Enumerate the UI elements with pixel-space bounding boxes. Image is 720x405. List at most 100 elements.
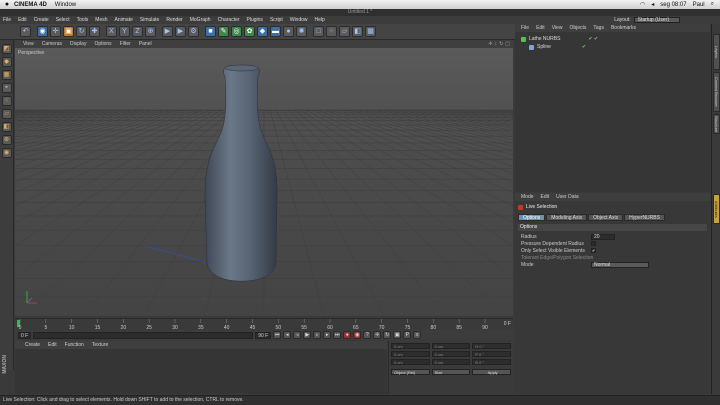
attr-menu-mode[interactable]: Mode bbox=[521, 194, 534, 200]
rot-b-field[interactable]: B 0 ° bbox=[472, 359, 512, 365]
texture-tool-icon[interactable]: ▦ bbox=[1, 70, 12, 80]
nurbs-icon[interactable]: ◎ bbox=[231, 26, 242, 37]
menu-mograph[interactable]: MoGraph bbox=[190, 17, 211, 23]
tab-object-axis[interactable]: Object Axis bbox=[588, 214, 624, 221]
viewport-menu-panel[interactable]: Panel bbox=[139, 41, 152, 47]
material-menu-function[interactable]: Function bbox=[65, 342, 84, 348]
object-name[interactable]: Spline bbox=[537, 44, 551, 50]
cube-icon[interactable]: ■ bbox=[205, 26, 216, 37]
viewport-rotate-icon[interactable]: ↻ bbox=[499, 41, 503, 47]
floor-icon[interactable]: ▬ bbox=[270, 26, 281, 37]
menu-create[interactable]: Create bbox=[34, 17, 49, 23]
array-icon[interactable]: ✿ bbox=[244, 26, 255, 37]
render-view-icon[interactable]: ▶ bbox=[162, 26, 173, 37]
material-menu-create[interactable]: Create bbox=[25, 342, 40, 348]
object-menu-edit[interactable]: Edit bbox=[536, 25, 545, 31]
menu-tools[interactable]: Tools bbox=[77, 17, 89, 23]
keyframe-selection-icon[interactable]: ? bbox=[363, 331, 372, 339]
point-tool-icon[interactable]: ⁘ bbox=[1, 96, 12, 106]
texture-mode-icon[interactable]: ▦ bbox=[365, 26, 376, 37]
tab-modeling-axis[interactable]: Modeling Axis bbox=[546, 214, 588, 221]
key-scale-icon[interactable]: ▣ bbox=[393, 331, 402, 339]
object-menu-view[interactable]: View bbox=[552, 25, 563, 31]
size-y-field[interactable]: 0 cm bbox=[431, 351, 471, 357]
pos-z-field[interactable]: 0 cm bbox=[391, 359, 430, 365]
menu-simulate[interactable]: Simulate bbox=[140, 17, 159, 23]
deformer-icon[interactable]: ◆ bbox=[257, 26, 268, 37]
axis-tool-icon[interactable]: ⌖ bbox=[1, 83, 12, 93]
object-manager[interactable]: Lathe NURBS ✔ ✔ Spline ✔ bbox=[515, 32, 710, 192]
prev-frame-icon[interactable]: ◃ bbox=[293, 331, 302, 339]
y-axis-icon[interactable]: Y bbox=[119, 26, 130, 37]
object-mode-icon[interactable]: ◆ bbox=[1, 57, 12, 67]
material-menu-texture[interactable]: Texture bbox=[92, 342, 108, 348]
object-menu-file[interactable]: File bbox=[521, 25, 529, 31]
prev-key-icon[interactable]: ◂ bbox=[283, 331, 292, 339]
size-x-field[interactable]: 0 cm bbox=[431, 343, 471, 349]
apple-icon[interactable]: ● bbox=[0, 1, 14, 8]
viewport-toggle-icon[interactable]: ▢ bbox=[505, 41, 510, 47]
go-end-icon[interactable]: ⏭ bbox=[333, 331, 342, 339]
render-settings-icon[interactable]: ⚙ bbox=[188, 26, 199, 37]
z-axis-icon[interactable]: Z bbox=[132, 26, 143, 37]
make-editable-icon[interactable]: □ bbox=[313, 26, 324, 37]
start-frame-field[interactable]: 0 F bbox=[18, 331, 32, 339]
live-selection-icon[interactable]: ◉ bbox=[37, 26, 48, 37]
rot-p-field[interactable]: P 0 ° bbox=[472, 351, 512, 357]
mac-clock[interactable]: seg 08:07 bbox=[660, 2, 686, 8]
spotlight-icon[interactable]: ⌕ bbox=[711, 1, 714, 8]
key-rotation-icon[interactable]: ↻ bbox=[383, 331, 392, 339]
recent-tools-icon[interactable]: ✚ bbox=[89, 26, 100, 37]
viewport-menu-cameras[interactable]: Cameras bbox=[42, 41, 62, 47]
coord-size-dropdown[interactable]: Size bbox=[431, 369, 471, 375]
object-visibility-checks[interactable]: ✔ bbox=[582, 44, 586, 50]
snap-icon[interactable]: ⊗ bbox=[1, 135, 12, 145]
edges-mode-icon[interactable]: ▱ bbox=[339, 26, 350, 37]
next-frame-icon[interactable]: ▹ bbox=[313, 331, 322, 339]
menu-edit[interactable]: Edit bbox=[18, 17, 27, 23]
pos-x-field[interactable]: 0 cm bbox=[391, 343, 430, 349]
menu-plugins[interactable]: Plugins bbox=[247, 17, 263, 23]
next-key-icon[interactable]: ▸ bbox=[323, 331, 332, 339]
side-tab-objects[interactable]: Layers bbox=[713, 34, 720, 70]
apply-button[interactable]: Apply bbox=[472, 369, 512, 375]
object-row[interactable]: Spline ✔ bbox=[521, 43, 704, 51]
coord-mode-dropdown[interactable]: Object (Rel) bbox=[391, 369, 430, 375]
workplane-icon[interactable]: ◉ bbox=[1, 148, 12, 158]
menu-file[interactable]: File bbox=[3, 17, 11, 23]
attr-menu-edit[interactable]: Edit bbox=[541, 194, 550, 200]
viewport-menu-view[interactable]: View bbox=[23, 41, 34, 47]
tab-options[interactable]: Options bbox=[518, 214, 546, 221]
camera-icon[interactable]: ● bbox=[283, 26, 294, 37]
visible-only-checkbox[interactable]: ✔ bbox=[591, 248, 596, 253]
layout-dropdown[interactable]: Startup (User) bbox=[633, 17, 680, 23]
menu-animate[interactable]: Animate bbox=[115, 17, 133, 23]
frame-range-slider[interactable] bbox=[33, 331, 254, 339]
mac-app-name[interactable]: CINEMA 4D bbox=[14, 2, 47, 8]
radius-field[interactable]: 20 bbox=[591, 233, 615, 240]
material-manager[interactable] bbox=[15, 349, 387, 394]
timeline-ruler[interactable]: 0 5 10 15 20 25 30 35 40 45 50 55 60 65 70 75 80 85 90 0 F bbox=[15, 318, 513, 331]
edge-tool-icon[interactable]: ▱ bbox=[1, 109, 12, 119]
mac-window-menu[interactable]: Window bbox=[55, 2, 76, 8]
side-tab-structure[interactable]: Structure bbox=[713, 114, 720, 134]
wifi-icon[interactable]: ◠ bbox=[640, 1, 645, 8]
side-tab-attributes[interactable]: Attributes bbox=[713, 194, 720, 224]
light-icon[interactable]: ✺ bbox=[296, 26, 307, 37]
model-mode-icon[interactable]: ◩ bbox=[1, 44, 12, 54]
coord-system-icon[interactable]: ⊕ bbox=[145, 26, 156, 37]
mac-user[interactable]: Paul bbox=[693, 2, 705, 8]
rot-h-field[interactable]: H 0 ° bbox=[472, 343, 512, 349]
object-visibility-checks[interactable]: ✔ ✔ bbox=[588, 36, 598, 42]
end-frame-field[interactable]: 90 F bbox=[255, 331, 272, 339]
menu-script[interactable]: Script bbox=[270, 17, 283, 23]
points-mode-icon[interactable]: ⁘ bbox=[326, 26, 337, 37]
play-icon[interactable]: ▶ bbox=[303, 331, 312, 339]
key-position-icon[interactable]: ✛ bbox=[373, 331, 382, 339]
scale-icon[interactable]: ▣ bbox=[63, 26, 74, 37]
polygons-mode-icon[interactable]: ◧ bbox=[352, 26, 363, 37]
size-z-field[interactable]: 0 cm bbox=[431, 359, 471, 365]
object-menu-objects[interactable]: Objects bbox=[569, 25, 586, 31]
menu-render[interactable]: Render bbox=[166, 17, 182, 23]
move-icon[interactable]: ✛ bbox=[50, 26, 61, 37]
